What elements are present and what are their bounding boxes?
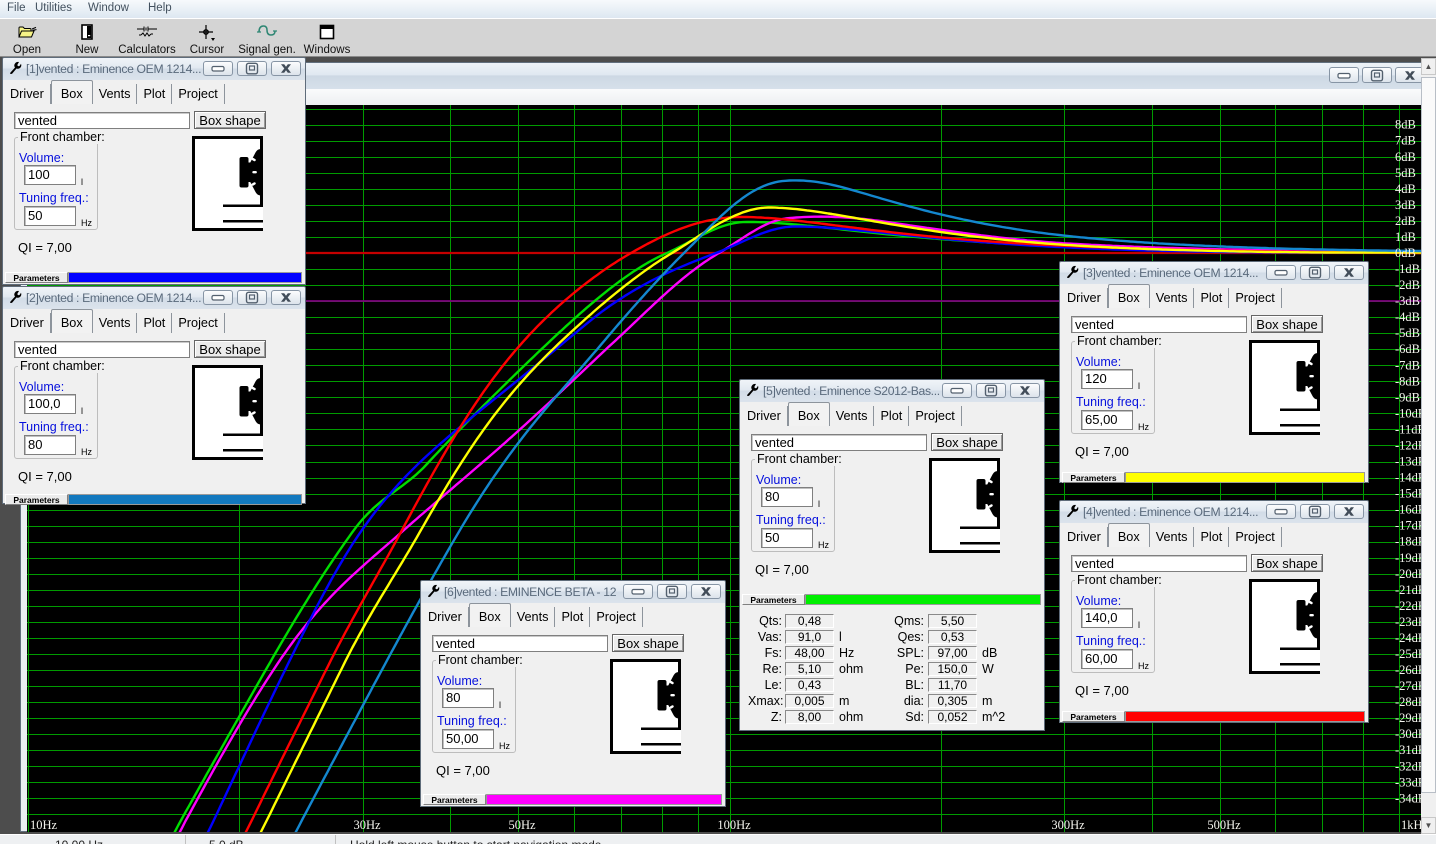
svg-text:-28dB: -28dB xyxy=(1395,695,1424,709)
svg-text:-25dB: -25dB xyxy=(1395,647,1424,661)
svg-text:7dB: 7dB xyxy=(1395,134,1416,148)
svg-text:-6dB: -6dB xyxy=(1395,342,1420,356)
svg-text:-11dB: -11dB xyxy=(1395,422,1424,436)
svg-text:-16dB: -16dB xyxy=(1395,503,1424,517)
svg-text:-2dB: -2dB xyxy=(1395,278,1420,292)
svg-text:-13dB: -13dB xyxy=(1395,455,1424,469)
svg-text:-1dB: -1dB xyxy=(1395,262,1420,276)
svg-text:30Hz: 30Hz xyxy=(353,818,381,832)
svg-text:-29dB: -29dB xyxy=(1395,711,1424,725)
svg-text:-18dB: -18dB xyxy=(1395,535,1424,549)
svg-text:-4dB: -4dB xyxy=(1395,310,1420,324)
svg-text:3dB: 3dB xyxy=(1395,198,1416,212)
svg-text:-26dB: -26dB xyxy=(1395,663,1424,677)
svg-text:-32dB: -32dB xyxy=(1395,759,1424,773)
svg-text:50Hz: 50Hz xyxy=(508,818,536,832)
svg-text:-8dB: -8dB xyxy=(1395,374,1420,388)
svg-text:-12dB: -12dB xyxy=(1395,439,1424,453)
svg-text:-27dB: -27dB xyxy=(1395,679,1424,693)
svg-text:2dB: 2dB xyxy=(1395,214,1416,228)
svg-text:5dB: 5dB xyxy=(1395,166,1416,180)
svg-text:-19dB: -19dB xyxy=(1395,551,1424,565)
svg-text:-3dB: -3dB xyxy=(1395,294,1420,308)
svg-text:0dB: 0dB xyxy=(1395,246,1416,260)
svg-text:-15dB: -15dB xyxy=(1395,487,1424,501)
svg-text:10Hz: 10Hz xyxy=(30,818,58,832)
svg-text:-24dB: -24dB xyxy=(1395,631,1424,645)
svg-text:6dB: 6dB xyxy=(1395,150,1416,164)
svg-text:500Hz: 500Hz xyxy=(1207,818,1241,832)
svg-text:-14dB: -14dB xyxy=(1395,471,1424,485)
svg-text:1dB: 1dB xyxy=(1395,230,1416,244)
svg-text:-20dB: -20dB xyxy=(1395,567,1424,581)
svg-text:-7dB: -7dB xyxy=(1395,358,1420,372)
svg-text:300Hz: 300Hz xyxy=(1051,818,1085,832)
svg-text:-21dB: -21dB xyxy=(1395,583,1424,597)
svg-text:-34dB: -34dB xyxy=(1395,791,1424,805)
svg-text:-5dB: -5dB xyxy=(1395,326,1420,340)
svg-text:-22dB: -22dB xyxy=(1395,599,1424,613)
svg-text:-23dB: -23dB xyxy=(1395,615,1424,629)
svg-text:-17dB: -17dB xyxy=(1395,519,1424,533)
svg-text:100Hz: 100Hz xyxy=(717,818,751,832)
svg-text:-33dB: -33dB xyxy=(1395,775,1424,789)
svg-text:-10dB: -10dB xyxy=(1395,406,1424,420)
svg-text:8dB: 8dB xyxy=(1395,118,1416,132)
svg-text:-31dB: -31dB xyxy=(1395,743,1424,757)
svg-text:4dB: 4dB xyxy=(1395,182,1416,196)
svg-text:-30dB: -30dB xyxy=(1395,727,1424,741)
svg-text:-9dB: -9dB xyxy=(1395,390,1420,404)
